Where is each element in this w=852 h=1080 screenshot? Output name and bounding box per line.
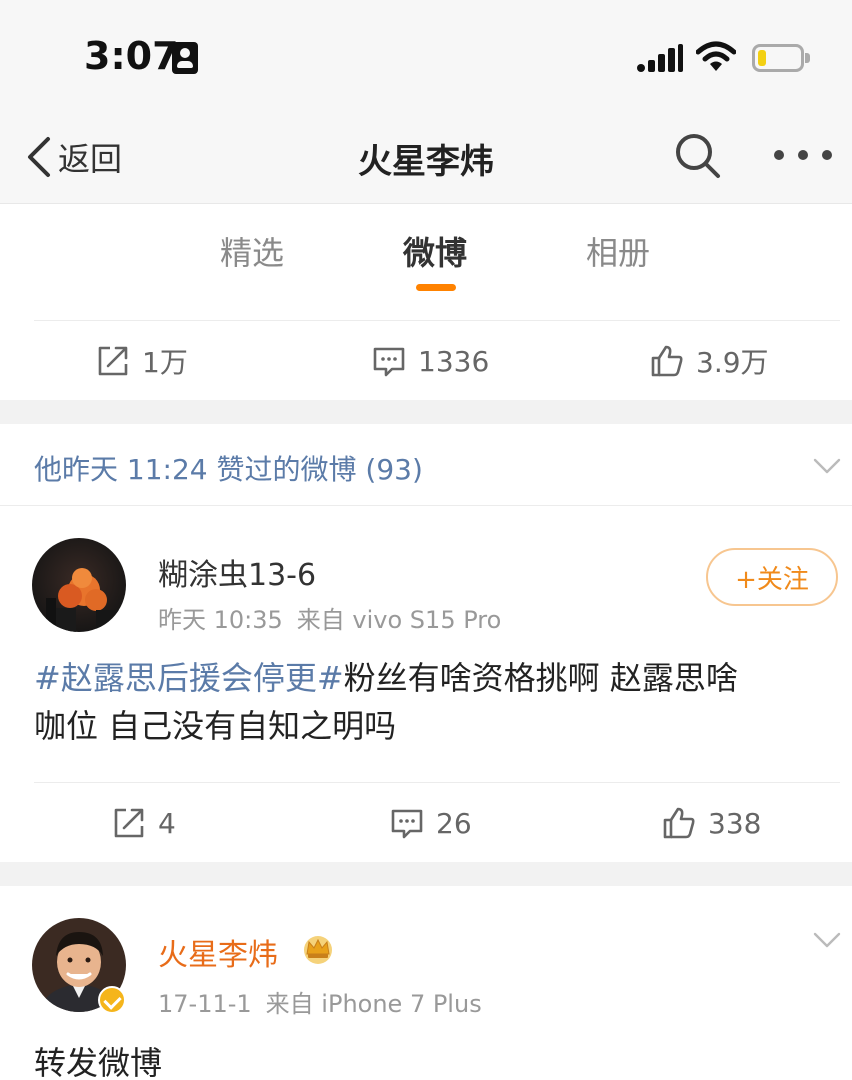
post-action-bar: 4 26 338 [34, 782, 840, 862]
post-meta: 昨天 10:35 来自 vivo S15 Pro [158, 600, 515, 635]
id-card-icon [172, 42, 198, 74]
post-username[interactable]: 糊涂虫13-6 [158, 550, 316, 594]
chevron-down-icon[interactable] [812, 930, 842, 950]
post-source: 来自 iPhone 7 Plus [265, 990, 482, 1018]
repost-count: 1万 [142, 346, 188, 379]
more-dot [774, 150, 784, 160]
verified-badge-icon [98, 986, 126, 1014]
signal-icon [637, 44, 683, 72]
repost-icon [114, 808, 144, 838]
liked-header-text: 他昨天 11:24 赞过的微博 (93) [34, 453, 423, 486]
more-icon[interactable] [774, 138, 832, 172]
repost-icon [98, 346, 128, 376]
post-time: 昨天 10:35 [158, 606, 283, 634]
repost-button[interactable]: 1万 [96, 321, 188, 401]
post-body: #赵露思后援会停更#粉丝有啥资格挑啊 赵露思啥 咖位 自己没有自知之明吗 [34, 654, 834, 750]
post-text-line1: 粉丝有啥资格挑啊 赵露思啥 [343, 659, 738, 697]
post-meta: 17-11-1 来自 iPhone 7 Plus [158, 984, 496, 1019]
tab-active-indicator [416, 284, 456, 291]
repost-count: 4 [158, 806, 176, 840]
post-username[interactable]: 火星李炜 [158, 930, 278, 974]
wifi-icon [696, 41, 736, 71]
status-bar: 3:07 [0, 0, 852, 108]
search-icon[interactable] [672, 130, 724, 182]
comment-icon [373, 347, 405, 377]
thumbs-up-icon [651, 345, 683, 377]
tab-featured[interactable]: 精选 [220, 228, 284, 274]
post-source: 来自 vivo S15 Pro [296, 606, 502, 634]
section-divider [0, 862, 852, 886]
hashtag-link[interactable]: #赵露思后援会停更# [34, 659, 344, 697]
nav-bar: 返回 火星李炜 [0, 108, 852, 204]
follow-button[interactable]: +关注 [706, 548, 838, 606]
like-button[interactable]: 3.9万 [650, 321, 769, 401]
comment-count: 26 [436, 806, 472, 840]
post-body: 转发微博 [34, 1044, 163, 1080]
section-divider [0, 400, 852, 424]
page-title: 火星李炜 [358, 142, 494, 182]
battery-level [758, 50, 766, 66]
tab-album[interactable]: 相册 [586, 228, 650, 274]
tab-weibo[interactable]: 微博 [403, 228, 467, 274]
post-time: 17-11-1 [158, 990, 252, 1018]
chevron-down-icon[interactable] [812, 456, 842, 476]
more-dot [822, 150, 832, 160]
avatar[interactable] [32, 538, 126, 632]
like-button[interactable]: 338 [662, 783, 761, 863]
comment-count: 1336 [418, 344, 490, 378]
comment-button[interactable]: 26 [390, 783, 472, 863]
comment-button[interactable]: 1336 [372, 321, 489, 401]
thumbs-up-icon [663, 807, 695, 839]
status-time: 3:07 [84, 34, 179, 78]
repost-button[interactable]: 4 [112, 783, 176, 863]
profile-tabs: 精选 微博 相册 [0, 204, 852, 320]
crown-icon [304, 936, 332, 964]
post-text-line2: 咖位 自己没有自知之明吗 [34, 707, 397, 745]
battery-icon [752, 44, 810, 72]
like-count: 338 [708, 806, 762, 840]
comment-icon [391, 809, 423, 839]
like-count: 3.9万 [696, 346, 769, 379]
more-dot [798, 150, 808, 160]
liked-header[interactable]: 他昨天 11:24 赞过的微博 (93) [0, 424, 852, 506]
top-action-bar: 1万 1336 3.9万 [34, 320, 840, 400]
